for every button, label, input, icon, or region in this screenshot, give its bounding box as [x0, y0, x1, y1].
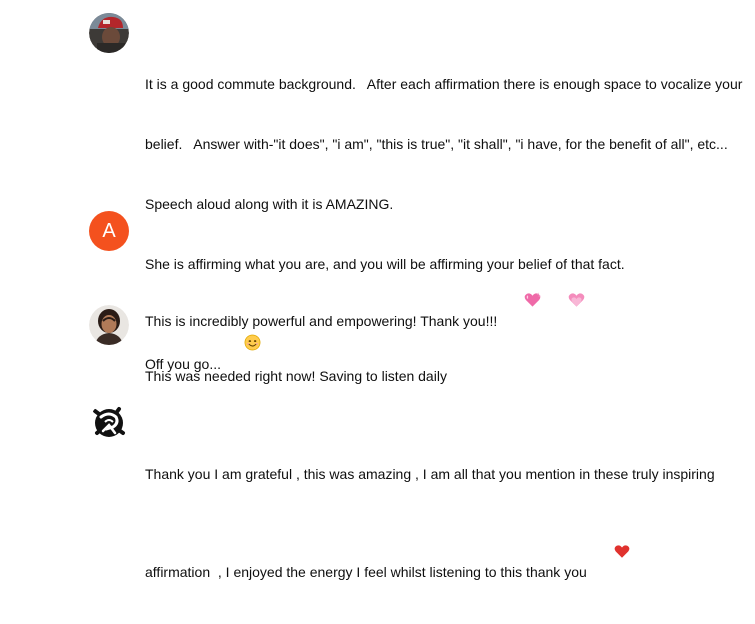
user-photo-icon: [89, 13, 129, 53]
comment-text: This was needed right now! Saving to lis…: [145, 326, 751, 426]
comment-line: This is incredibly powerful and empoweri…: [145, 272, 751, 333]
comment-line: belief. Answer with-"it does", "i am", "…: [145, 136, 728, 152]
pink-heart-icon: [501, 272, 541, 333]
avatar[interactable]: [89, 403, 129, 443]
user-photo-icon: [89, 305, 129, 345]
comment-text: Thank you I am grateful , this was amazi…: [145, 424, 751, 624]
comment-line: affirmation , I enjoyed the energy I fee…: [145, 524, 751, 584]
comment-line-text: affirmation , I enjoyed the energy I fee…: [145, 564, 591, 580]
pink-heart-icon: [544, 272, 585, 333]
logo-icon: [89, 403, 129, 443]
comment-line: Speech aloud along with it is AMAZING.: [145, 196, 394, 212]
avatar-letter: A: [102, 220, 116, 242]
comment-line: It is a good commute background. After e…: [145, 76, 743, 92]
avatar[interactable]: [89, 305, 129, 345]
avatar[interactable]: [89, 13, 129, 53]
avatar[interactable]: A: [89, 211, 129, 251]
comment-line: Thank you I am grateful , this was amazi…: [145, 466, 715, 482]
red-heart-icon: [591, 524, 630, 584]
comment-line: This was needed right now! Saving to lis…: [145, 368, 447, 384]
